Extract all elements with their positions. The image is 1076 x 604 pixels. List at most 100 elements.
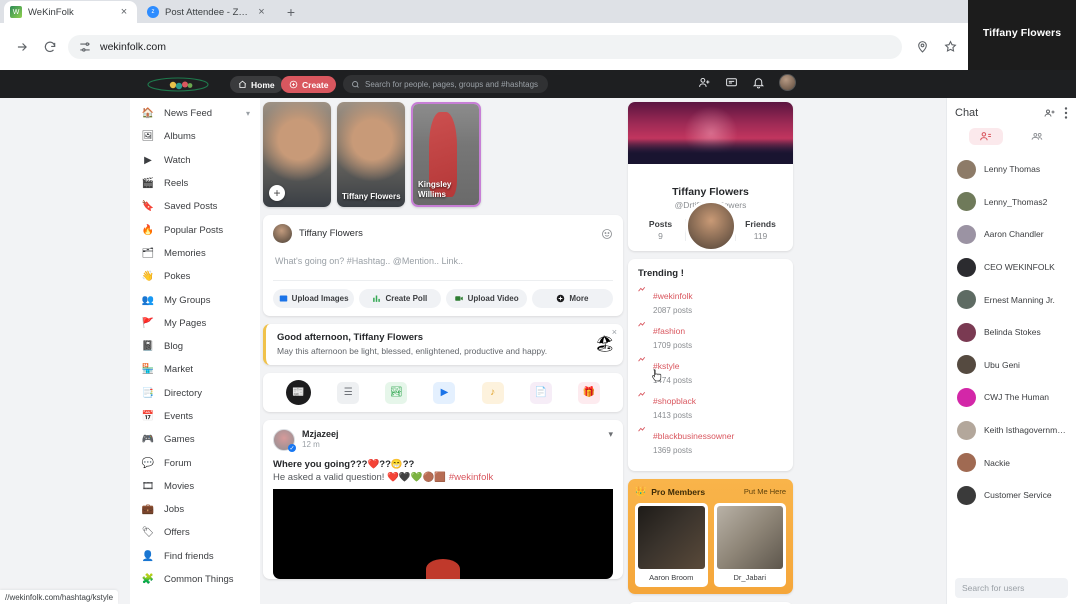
pro-member-item[interactable]: Dr_Jabari [713,503,786,587]
close-icon[interactable]: × [117,6,131,18]
chevron-down-icon[interactable]: ▾ [608,429,613,440]
movies-icon: 🎞 [141,480,155,492]
reload-icon[interactable] [36,33,64,61]
feed-card-icon[interactable]: 📰 [286,380,312,405]
video-icon[interactable]: ▶ [433,381,456,404]
list-item[interactable]: Keith Isthagovernment [947,414,1076,447]
list-item[interactable]: Nackie [947,446,1076,479]
add-story-icon[interactable]: + [269,185,285,201]
trending-item[interactable]: #shopblack 1413 posts [638,391,783,420]
sidebar-item-games[interactable]: 🎮 Games [130,428,260,451]
list-item[interactable]: Customer Service [947,479,1076,512]
profile-name[interactable]: Tiffany Flowers [636,186,785,198]
trending-item[interactable]: #wekinfolk 2087 posts [638,286,783,315]
stat-friends[interactable]: Friends 119 [735,219,785,241]
close-icon[interactable]: × [255,6,268,18]
sidebar-item-label: Find friends [164,550,214,562]
sidebar-item-my-pages[interactable]: 🚩 My Pages [130,312,260,335]
trending-tag[interactable]: #shopblack [653,396,696,406]
emoji-smile-icon[interactable] [601,228,613,240]
bookmark-star-icon[interactable] [936,33,964,61]
chevron-down-icon[interactable]: ▾ [246,109,250,118]
sidebar-item-jobs[interactable]: 💼 Jobs [130,498,260,521]
upload-images-button[interactable]: Upload Images [273,289,355,308]
sidebar-item-find-friends[interactable]: 👤 Find friends [130,545,260,568]
trending-item[interactable]: #fashion 1709 posts [638,321,783,350]
tab-contacts[interactable] [968,128,1003,145]
music-icon[interactable]: ♪ [481,381,504,404]
put-me-here-link[interactable]: Put Me Here [744,487,786,496]
list-item[interactable]: Lenny Thomas [947,153,1076,186]
sidebar-item-my-groups[interactable]: 👥 My Groups [130,288,260,311]
sidebar-item-common-things[interactable]: 🧩 Common Things [130,568,260,591]
avatar[interactable] [779,74,796,91]
story-add[interactable]: + [263,102,331,207]
sidebar-item-memories[interactable]: 🗂 Memories [130,242,260,265]
composer-input[interactable]: What's going on? #Hashtag.. @Mention.. L… [273,243,613,280]
list-item[interactable]: Lenny_Thomas2 [947,186,1076,219]
header-search-input[interactable]: Search for people, pages, groups and #ha… [343,75,548,93]
address-bar[interactable]: wekinfolk.com [68,34,902,59]
pro-member-item[interactable]: Aaron Broom [635,503,708,587]
sidebar-item-events[interactable]: 📅 Events [130,405,260,428]
sidebar-item-market[interactable]: 🏪 Market [130,358,260,381]
more-button[interactable]: More [531,289,613,308]
trending-tag[interactable]: #wekinfolk [653,291,693,301]
text-post-icon[interactable]: ☰ [337,381,360,404]
story-item[interactable]: Kingsley Willims [411,102,481,207]
sidebar-item-news-feed[interactable]: 🏠 News Feed ▾ [130,102,260,125]
post-author-name[interactable]: Mzjazeej [302,429,608,439]
sidebar-item-albums[interactable]: 🖼 Albums [130,125,260,148]
sidebar-item-forum[interactable]: 💬 Forum [130,451,260,474]
post-hashtag[interactable]: #wekinfolk [449,472,493,483]
trending-item[interactable]: #blackbusinessowner 1369 posts [638,426,783,455]
messages-icon[interactable] [725,76,738,89]
chat-search-input[interactable]: Search for users [955,578,1068,598]
browser-tab-wekinfolk[interactable]: W WeKinFolk × [4,1,137,23]
sidebar-item-watch[interactable]: ▶ Watch [130,149,260,172]
new-tab-button[interactable]: + [282,4,300,22]
left-gutter [0,98,130,604]
sidebar-item-offers[interactable]: 🏷 Offers [130,521,260,544]
list-item[interactable]: Aaron Chandler [947,218,1076,251]
post-media[interactable] [273,489,613,579]
story-item[interactable]: Tiffany Flowers [337,102,405,207]
create-poll-button[interactable]: Create Poll [359,289,441,308]
site-settings-icon[interactable] [78,40,92,54]
options-icon[interactable] [1064,107,1068,119]
gift-icon[interactable]: 🎁 [577,381,600,404]
photo-icon[interactable]: 🏞 [385,381,408,404]
nav-home-button[interactable]: Home [230,76,283,93]
list-item[interactable]: CWJ The Human [947,381,1076,414]
sidebar-item-popular-posts[interactable]: 🔥 Popular Posts [130,218,260,241]
add-group-icon[interactable] [1044,107,1056,119]
avatar[interactable] [273,224,292,243]
wekinfolk-logo-icon[interactable] [146,76,210,93]
notifications-icon[interactable] [752,76,765,89]
list-item[interactable]: CEO WEKINFOLK [947,251,1076,284]
sidebar-item-label: Common Things [164,574,234,586]
sidebar-item-movies[interactable]: 🎞 Movies [130,475,260,498]
forward-icon[interactable] [8,33,36,61]
location-icon[interactable] [908,33,936,61]
stat-posts[interactable]: Posts 9 [636,219,685,241]
document-icon[interactable]: 📄 [529,381,552,404]
add-friend-icon[interactable] [698,76,711,89]
trending-tag[interactable]: #blackbusinessowner [653,431,734,441]
nav-create-button[interactable]: Create [281,76,337,93]
list-item[interactable]: Ernest Manning Jr. [947,283,1076,316]
upload-video-button[interactable]: Upload Video [445,289,527,308]
sidebar-item-blog[interactable]: 📓 Blog [130,335,260,358]
tab-groups[interactable] [1021,128,1055,145]
video-icon [454,294,464,303]
sidebar-item-reels[interactable]: 🎬 Reels [130,172,260,195]
sidebar-item-saved-posts[interactable]: 🔖 Saved Posts [130,195,260,218]
list-item[interactable]: Belinda Stokes [947,316,1076,349]
sidebar-item-pokes[interactable]: 👋 Pokes [130,265,260,288]
trending-tag[interactable]: #fashion [653,326,685,336]
avatar[interactable]: ✓ [273,429,296,452]
avatar[interactable] [684,200,737,251]
browser-tab-zoom[interactable]: z Post Attendee - Zoom × [141,1,274,23]
list-item[interactable]: Ubu Geni [947,349,1076,382]
sidebar-item-directory[interactable]: 📑 Directory [130,382,260,405]
